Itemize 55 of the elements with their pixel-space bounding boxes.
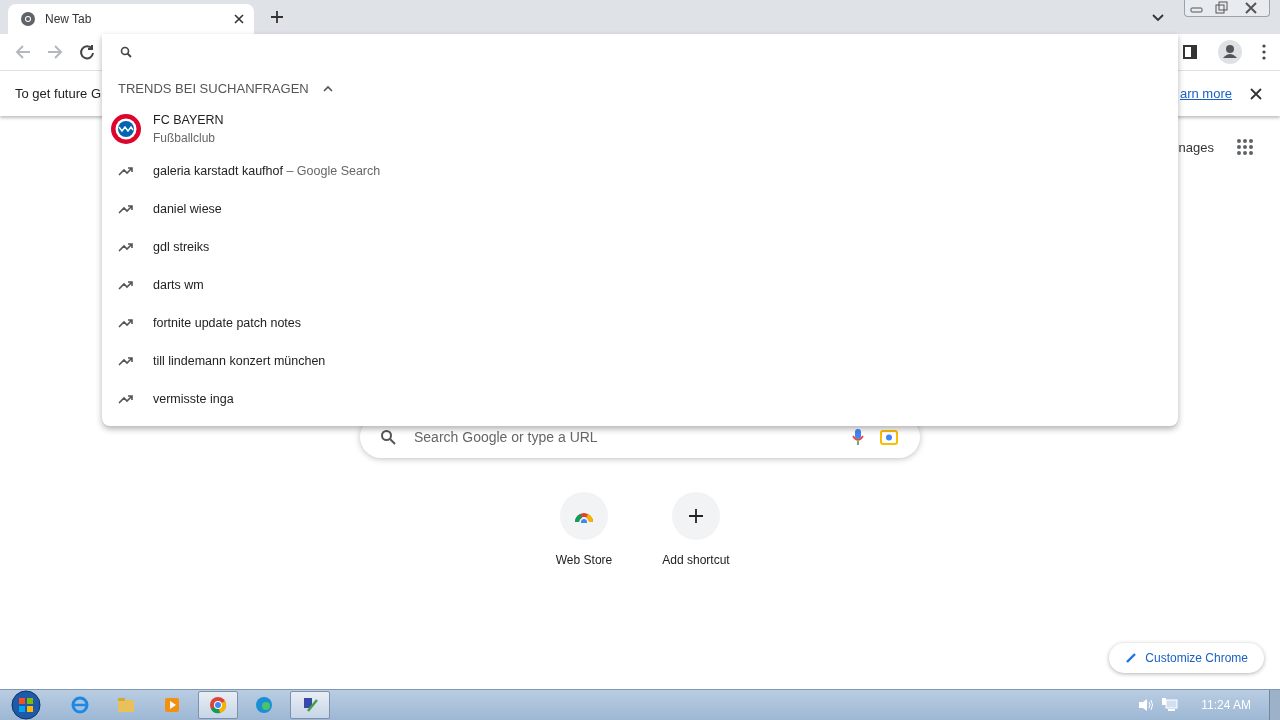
start-button[interactable] (8, 690, 44, 720)
menu-icon[interactable] (1262, 44, 1266, 60)
trending-icon (118, 204, 134, 214)
reload-icon[interactable] (78, 43, 96, 61)
suggestion-item[interactable]: gdl streiks (102, 228, 1178, 266)
suggestion-item[interactable]: darts wm (102, 266, 1178, 304)
tab-title: New Tab (45, 12, 93, 26)
microphone-icon[interactable] (852, 428, 864, 446)
clock: 11:24 AM (1201, 698, 1251, 712)
trending-icon (118, 394, 134, 404)
edge-icon (254, 695, 274, 715)
camera-icon[interactable] (880, 428, 898, 446)
trending-icon (118, 280, 134, 290)
close-icon[interactable] (234, 14, 244, 24)
chrome-icon (20, 11, 36, 27)
suggestion-item[interactable]: fortnite update patch notes (102, 304, 1178, 342)
profile-icon[interactable] (1218, 40, 1242, 64)
close-icon[interactable] (1250, 87, 1262, 100)
trending-icon (118, 356, 134, 366)
apps-grid-icon[interactable] (1236, 138, 1254, 156)
shortcut-tile[interactable]: Add shortcut (651, 492, 741, 567)
suggestion-item[interactable]: vermisste inga (102, 380, 1178, 418)
play-icon (162, 695, 182, 715)
trending-icon (118, 242, 134, 252)
suggestion-title: FC BAYERN (153, 113, 224, 127)
plus-icon (689, 509, 703, 523)
search-icon (120, 46, 132, 58)
pencil-icon (1125, 652, 1138, 664)
chevron-down-icon[interactable] (1152, 14, 1164, 22)
chrome-taskbar-button[interactable] (198, 691, 238, 719)
learn-more-link[interactable]: arn more (1179, 86, 1232, 101)
side-panel-icon[interactable] (1182, 44, 1198, 60)
e-logo-icon (70, 695, 90, 715)
section-header: TRENDS BEI SUCHANFRAGEN (118, 80, 309, 96)
shortcut-tile[interactable]: Web Store (539, 492, 629, 567)
search-input[interactable]: Search Google or type a URL (412, 428, 836, 446)
customize-chrome-button[interactable]: Customize Chrome (1109, 643, 1264, 673)
chevron-icon[interactable] (322, 84, 333, 92)
browser-tab[interactable]: New Tab (8, 4, 254, 34)
search-field[interactable]: Search Google or type a URL (360, 416, 920, 458)
club-crest-icon (110, 113, 142, 145)
new-tab-icon[interactable] (270, 10, 284, 24)
suggestion-subtitle: Fußballclub (153, 131, 217, 145)
tool-taskbar-button[interactable] (290, 691, 330, 719)
suggestion-item[interactable]: till lindemann konzert münchen (102, 342, 1178, 380)
suggestion-item[interactable]: galeria karstadt kaufhof – Google Search (102, 152, 1178, 190)
info-text: To get future G (15, 86, 101, 101)
trending-icon (118, 318, 134, 328)
suggestion-item[interactable]: FC BAYERN Fußballclub (102, 106, 1178, 152)
suggestion-item[interactable]: daniel wiese (102, 190, 1178, 228)
chrome-icon (208, 695, 228, 715)
search-icon (380, 429, 396, 445)
folder-icon (116, 695, 136, 715)
trending-icon (118, 166, 134, 176)
images-link[interactable]: nages (1178, 139, 1214, 155)
